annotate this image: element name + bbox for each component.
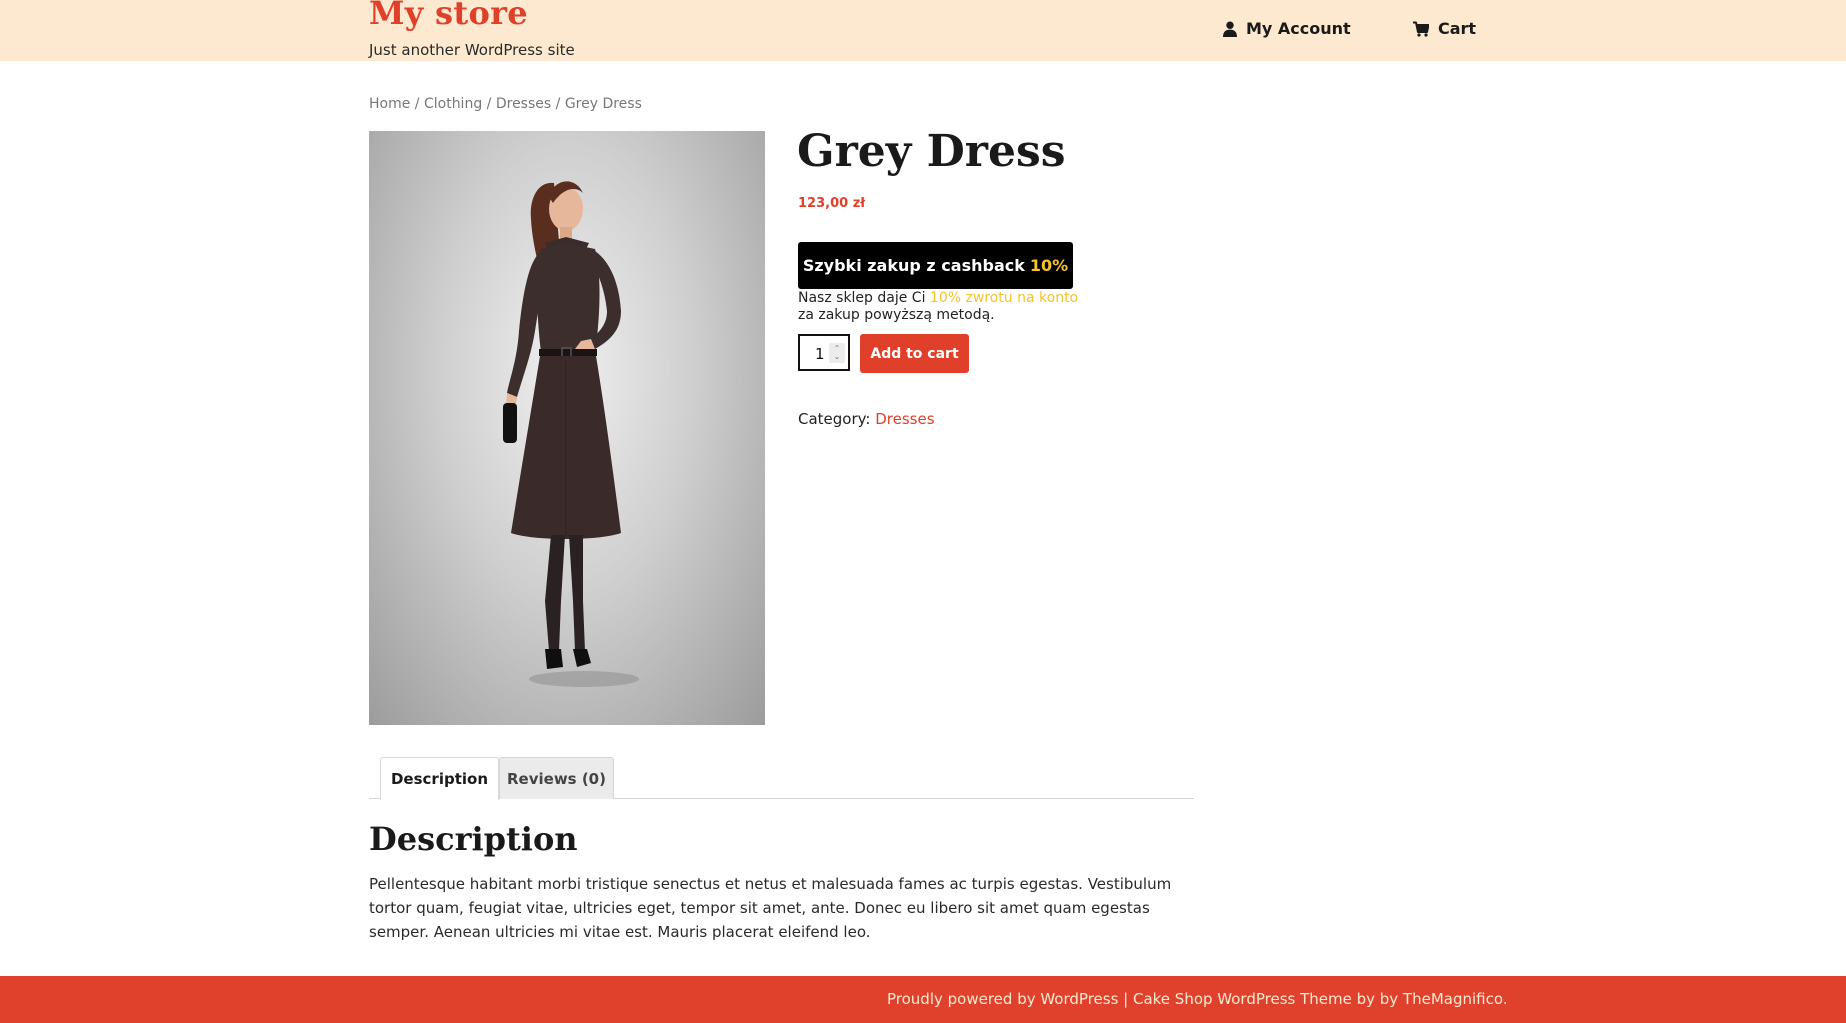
cashback-quick-buy-button[interactable]: Szybki zakup z cashback 10% [798,242,1073,289]
product-category: Category: Dresses [798,410,935,428]
footer-wordpress-link[interactable]: Proudly powered by WordPress [887,990,1118,1008]
add-to-cart-button[interactable]: Add to cart [860,334,969,373]
product-title: Grey Dress [797,126,1066,177]
breadcrumb: Home / Clothing / Dresses / Grey Dress [369,96,642,112]
cashback-note-line2: za zakup powyższą metodą. [798,307,995,323]
cart-label: Cart [1438,19,1477,38]
quantity-input[interactable]: 1 ⌃ ⌄ [798,334,850,371]
cart-icon [1413,21,1429,37]
breadcrumb-clothing[interactable]: Clothing [424,96,482,112]
site-header: My store Just another WordPress site My … [0,0,1846,61]
cashback-note-prefix: Nasz sklep daje Ci [798,290,930,306]
cashback-note-highlight: 10% zwrotu na konto [929,290,1079,306]
tab-description[interactable]: Description [380,757,499,800]
site-title[interactable]: My store [369,0,528,32]
breadcrumb-separator: / [410,96,424,112]
description-body: Pellentesque habitant morbi tristique se… [369,875,1172,941]
quantity-value[interactable]: 1 [815,345,825,363]
cart-link[interactable]: Cart [1413,19,1476,38]
cashback-note: Nasz sklep daje Ci 10% zwrotu na konto z… [798,290,1078,324]
description-heading: Description [369,820,578,858]
my-account-label: My Account [1246,19,1351,38]
quantity-stepper[interactable]: ⌃ ⌄ [829,343,845,363]
my-account-link[interactable]: My Account [1223,19,1351,38]
breadcrumb-separator: / [551,96,565,112]
breadcrumb-current: Grey Dress [564,96,642,112]
cashback-button-percent: 10% [1029,256,1069,275]
site-tagline: Just another WordPress site [369,41,575,59]
footer-credits: Proudly powered by WordPress | Cake Shop… [887,990,1508,1008]
site-footer: Proudly powered by WordPress | Cake Shop… [0,976,1846,1023]
product-price: 123,00 zł [798,196,866,211]
breadcrumb-separator: / [482,96,496,112]
tab-reviews[interactable]: Reviews (0) [499,757,614,799]
chevron-down-icon[interactable]: ⌄ [834,353,841,361]
footer-separator: | [1118,990,1133,1008]
cashback-button-label: Szybki zakup z cashback [802,256,1025,275]
breadcrumb-home[interactable]: Home [369,96,410,112]
category-label: Category: [798,410,876,428]
dress-model-illustration [503,181,639,687]
product-image[interactable] [369,131,765,725]
breadcrumb-dresses[interactable]: Dresses [496,96,551,112]
user-icon [1223,21,1237,37]
footer-theme-link[interactable]: Cake Shop WordPress Theme by by TheMagni… [1133,990,1508,1008]
category-link-dresses[interactable]: Dresses [875,410,934,428]
